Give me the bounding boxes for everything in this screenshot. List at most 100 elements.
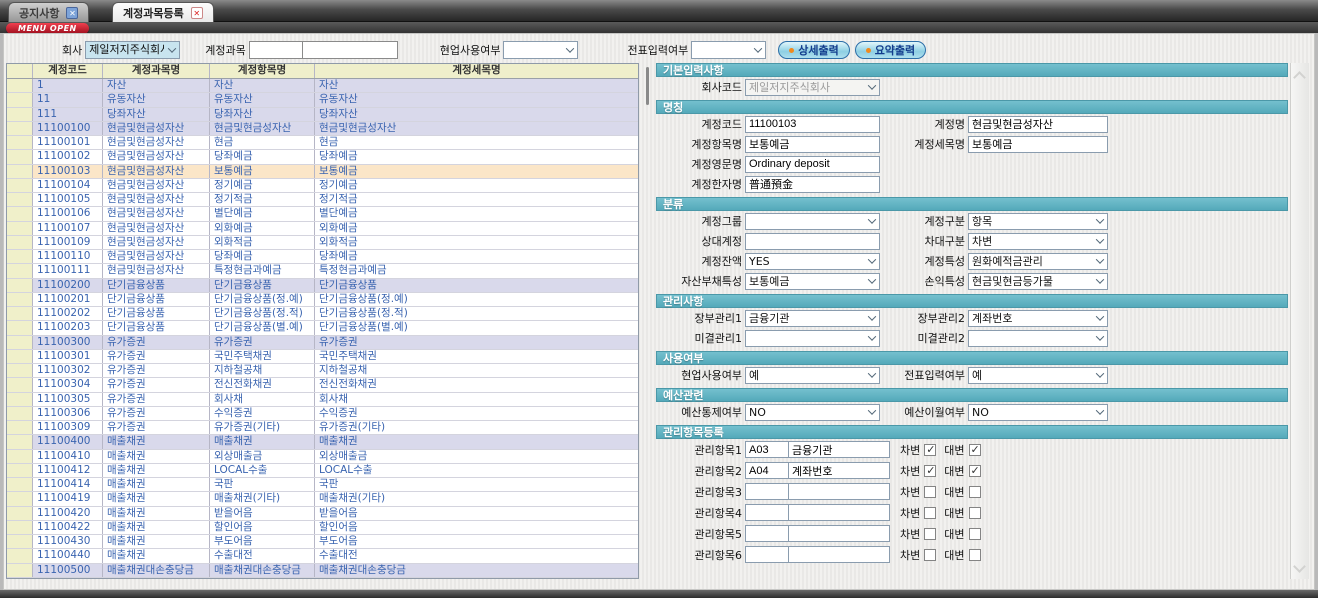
row-selector-cell[interactable] (7, 378, 33, 391)
row-selector-cell[interactable] (7, 521, 33, 534)
table-row[interactable]: 11100102현금및현금성자산당좌예금당좌예금 (7, 150, 638, 164)
table-row[interactable]: 11100105현금및현금성자산정기적금정기적금 (7, 193, 638, 207)
table-row[interactable]: 11100412매출채권LOCAL수출LOCAL수출 (7, 464, 638, 478)
management-item-code-input[interactable] (745, 441, 789, 458)
table-row[interactable]: 11100430매출채권부도어음부도어음 (7, 535, 638, 549)
field-select[interactable]: 계좌번호 (968, 310, 1108, 327)
management-item-name-input[interactable] (788, 525, 890, 542)
management-item-name-input[interactable] (788, 504, 890, 521)
row-selector-cell[interactable] (7, 336, 33, 349)
row-selector-cell[interactable] (7, 464, 33, 477)
row-selector-cell[interactable] (7, 207, 33, 220)
row-selector-cell[interactable] (7, 492, 33, 505)
row-selector-cell[interactable] (7, 364, 33, 377)
table-row[interactable]: 11100202단기금융상품단기금융상품(정.적)단기금융상품(정.적) (7, 307, 638, 321)
scroll-up-icon[interactable] (1295, 71, 1304, 80)
tab-notice[interactable]: 공지사항 ✕ (8, 2, 89, 22)
row-selector-cell[interactable] (7, 150, 33, 163)
detail-print-button[interactable]: 상세출력 (778, 41, 849, 59)
table-row[interactable]: 11100104현금및현금성자산정기예금정기예금 (7, 179, 638, 193)
credit-checkbox[interactable] (969, 465, 981, 477)
row-selector-cell[interactable] (7, 236, 33, 249)
row-selector-cell[interactable] (7, 122, 33, 135)
management-item-code-input[interactable] (745, 504, 789, 521)
row-selector-cell[interactable] (7, 549, 33, 562)
table-row[interactable]: 11100111현금및현금성자산특정현금과예금특정현금과예금 (7, 264, 638, 278)
debit-checkbox[interactable] (924, 465, 936, 477)
field-select[interactable]: 차변 (968, 233, 1108, 250)
table-row[interactable]: 11100106현금및현금성자산별단예금별단예금 (7, 207, 638, 221)
field-select[interactable]: NO (968, 404, 1108, 421)
table-row[interactable]: 11100109현금및현금성자산외화적금외화적금 (7, 236, 638, 250)
slip-input-select[interactable] (691, 41, 766, 59)
table-row[interactable]: 11100410매출채권외상매출금외상매출금 (7, 450, 638, 464)
field-text-input[interactable] (968, 116, 1108, 133)
management-item-code-input[interactable] (745, 483, 789, 500)
table-row[interactable]: 11100419매출채권매출채권(기타)매출채권(기타) (7, 492, 638, 506)
debit-checkbox[interactable] (924, 444, 936, 456)
field-select[interactable] (968, 330, 1108, 347)
debit-checkbox[interactable] (924, 549, 936, 561)
field-select[interactable]: 예 (745, 367, 880, 384)
row-selector-cell[interactable] (7, 421, 33, 434)
row-selector-cell[interactable] (7, 250, 33, 263)
field-select[interactable]: 제일저지주식회사 (745, 79, 880, 96)
table-row[interactable]: 11100107현금및현금성자산외화예금외화예금 (7, 222, 638, 236)
credit-checkbox[interactable] (969, 444, 981, 456)
account-name-input[interactable] (302, 41, 398, 59)
row-selector-cell[interactable] (7, 264, 33, 277)
field-text-input[interactable] (745, 136, 880, 153)
debit-checkbox[interactable] (924, 507, 936, 519)
field-text-input[interactable] (745, 116, 880, 133)
management-item-code-input[interactable] (745, 546, 789, 563)
row-selector-cell[interactable] (7, 407, 33, 420)
row-selector-cell[interactable] (7, 307, 33, 320)
row-selector-cell[interactable] (7, 507, 33, 520)
management-item-code-input[interactable] (745, 525, 789, 542)
row-selector-cell[interactable] (7, 293, 33, 306)
table-row[interactable]: 11100305유가증권회사채회사채 (7, 393, 638, 407)
row-selector-cell[interactable] (7, 321, 33, 334)
panel-scrollbar[interactable] (1290, 63, 1309, 579)
credit-checkbox[interactable] (969, 549, 981, 561)
tab-close-icon[interactable]: ✕ (191, 7, 203, 19)
table-row[interactable]: 11100201단기금융상품단기금융상품(정.예)단기금융상품(정.예) (7, 293, 638, 307)
table-row[interactable]: 11100110현금및현금성자산당좌예금당좌예금 (7, 250, 638, 264)
table-row[interactable]: 11100420매출채권받을어음받을어음 (7, 507, 638, 521)
row-selector-cell[interactable] (7, 193, 33, 206)
table-row[interactable]: 11100300유가증권유가증권유가증권 (7, 336, 638, 350)
table-row[interactable]: 11100200단기금융상품단기금융상품단기금융상품 (7, 279, 638, 293)
row-selector-cell[interactable] (7, 79, 33, 92)
field-select[interactable]: NO (745, 404, 880, 421)
management-item-name-input[interactable] (788, 546, 890, 563)
debit-checkbox[interactable] (924, 486, 936, 498)
table-row[interactable]: 11100309유가증권유가증권(기타)유가증권(기타) (7, 421, 638, 435)
table-row[interactable]: 11100304유가증권전신전화채권전신전화채권 (7, 378, 638, 392)
field-select[interactable]: 현금및현금등가물 (968, 273, 1108, 290)
debit-checkbox[interactable] (924, 528, 936, 540)
tab-close-icon[interactable]: ✕ (66, 7, 78, 19)
field-select[interactable]: 금융기관 (745, 310, 880, 327)
management-item-name-input[interactable] (788, 462, 890, 479)
table-row[interactable]: 11100301유가증권국민주택채권국민주택채권 (7, 350, 638, 364)
row-selector-cell[interactable] (7, 450, 33, 463)
summary-print-button[interactable]: 요약출력 (855, 41, 926, 59)
tab-account-registration[interactable]: 계정과목등록 ✕ (112, 2, 214, 22)
field-text-input[interactable] (745, 176, 880, 193)
table-row[interactable]: 11100400매출채권매출채권매출채권 (7, 435, 638, 449)
table-row[interactable]: 11100306유가증권수익증권수익증권 (7, 407, 638, 421)
row-selector-cell[interactable] (7, 108, 33, 121)
field-select[interactable]: 예 (968, 367, 1108, 384)
field-select[interactable]: YES (745, 253, 880, 270)
field-select[interactable]: 보통예금 (745, 273, 880, 290)
field-select[interactable]: 항목 (968, 213, 1108, 230)
credit-checkbox[interactable] (969, 486, 981, 498)
field-select[interactable]: 원화예적금관리 (968, 253, 1108, 270)
management-item-name-input[interactable] (788, 441, 890, 458)
row-selector-cell[interactable] (7, 350, 33, 363)
company-select[interactable]: 제일저지주식회사 (85, 41, 180, 59)
table-row[interactable]: 11100422매출채권할인어음할인어음 (7, 521, 638, 535)
field-text-input[interactable] (745, 156, 880, 173)
field-use-select[interactable] (503, 41, 578, 59)
table-row[interactable]: 111당좌자산당좌자산당좌자산 (7, 108, 638, 122)
